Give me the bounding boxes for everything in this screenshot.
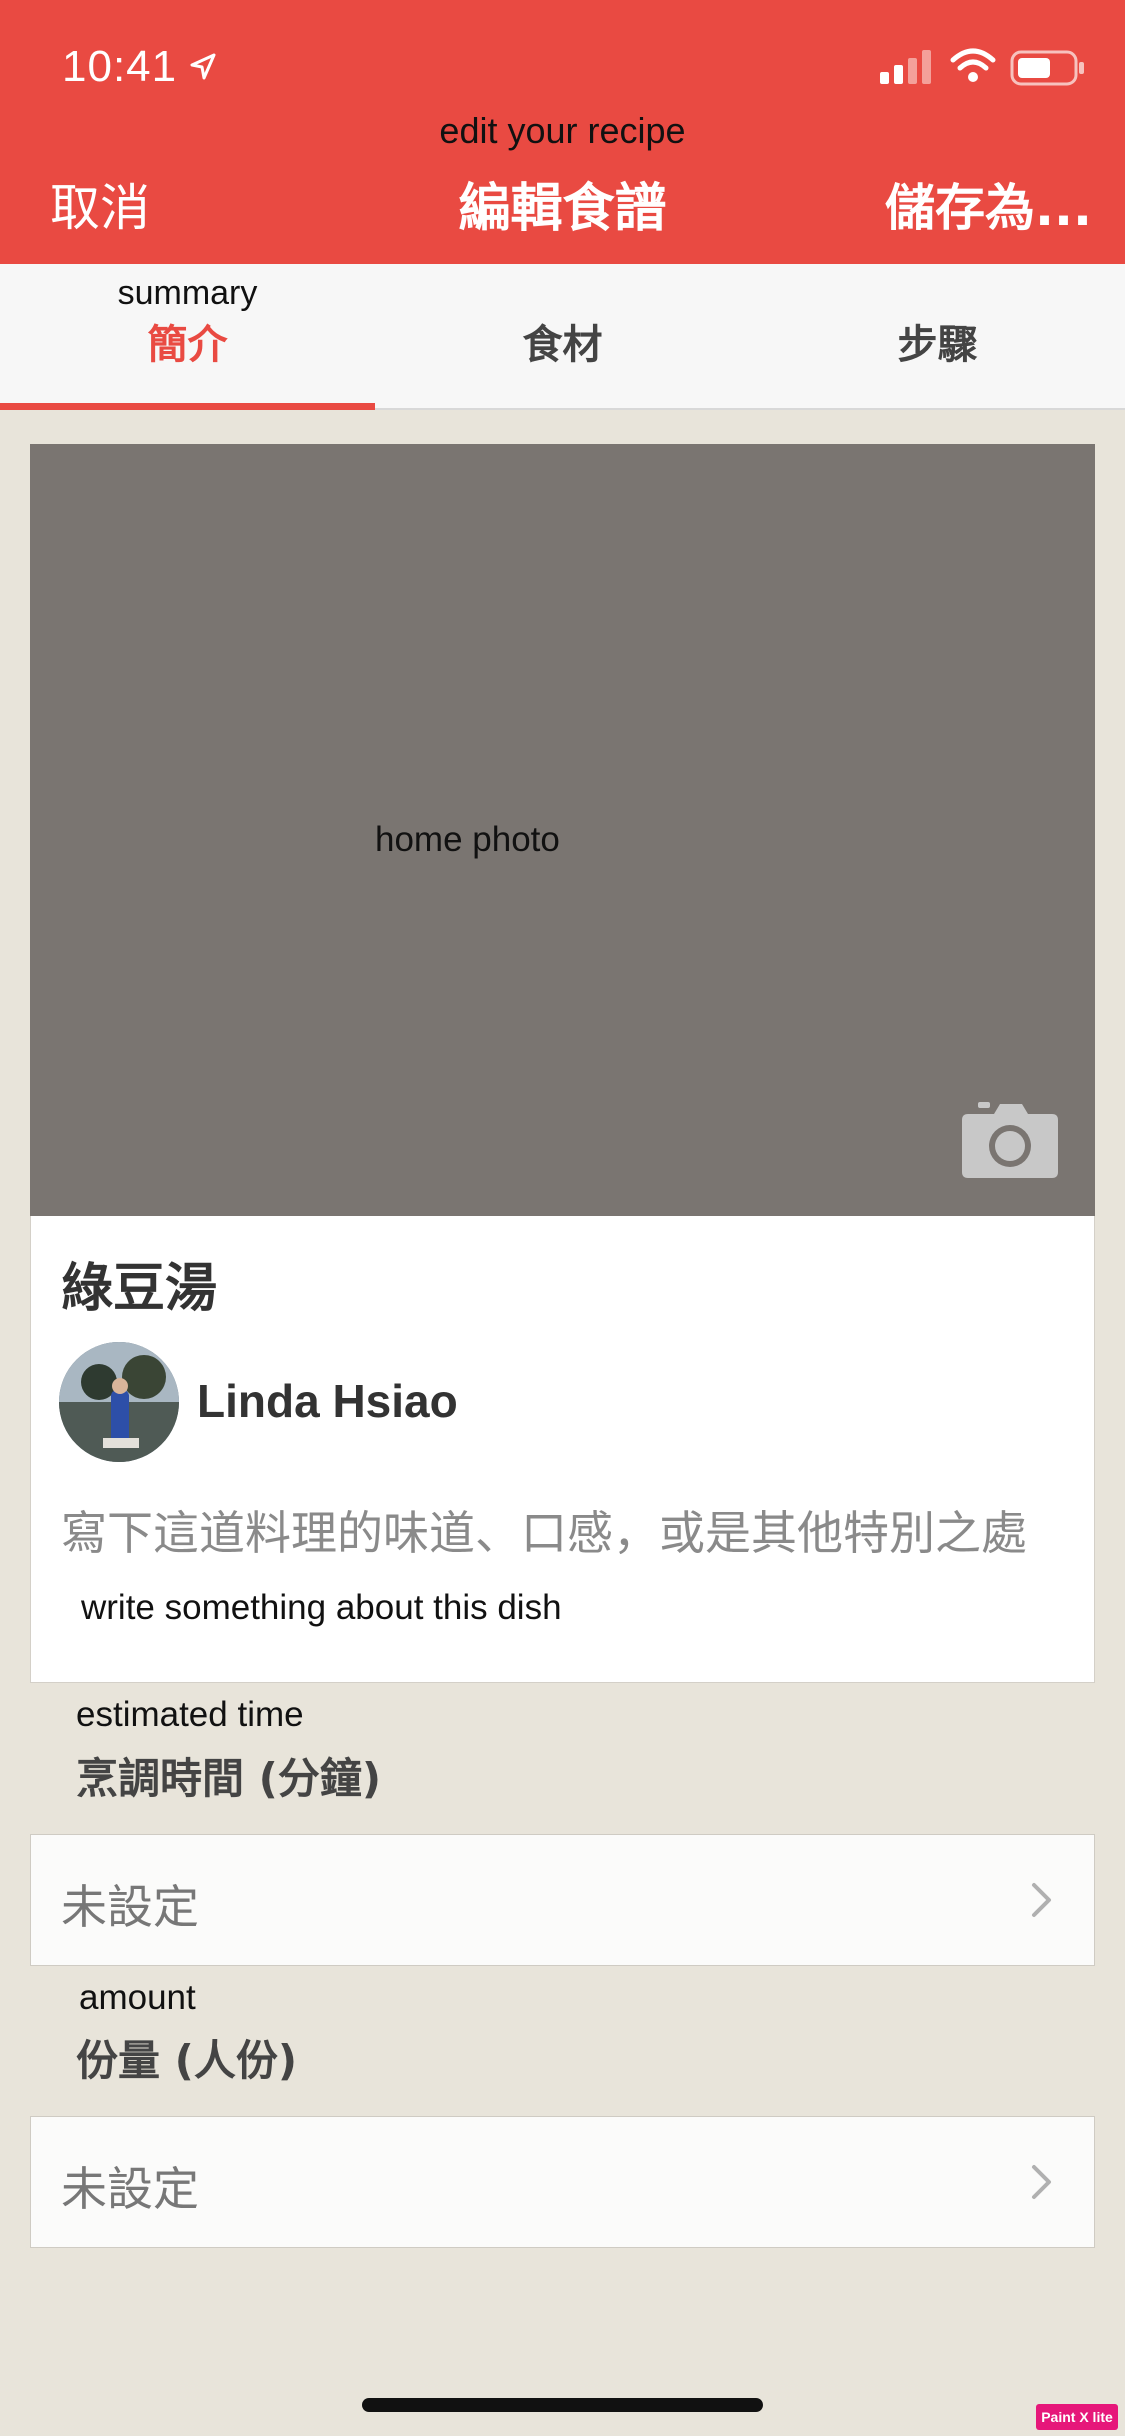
- tab-summary[interactable]: summary 簡介: [0, 264, 375, 410]
- amount-field-value: 未設定: [61, 2162, 199, 2216]
- time-field-value: 未設定: [61, 1880, 199, 1934]
- save-as-button[interactable]: 儲存為...: [885, 168, 1092, 240]
- amount-field-sub: amount: [79, 1978, 196, 2017]
- recipe-name[interactable]: 綠豆湯: [61, 1246, 217, 1321]
- signal-icon: [880, 50, 931, 84]
- tab-bar: summary 簡介 食材 步驟: [0, 264, 1125, 410]
- chevron-right-icon: [1032, 1883, 1051, 1917]
- time-field-row[interactable]: 未設定: [30, 1834, 1095, 1966]
- photo-label: home photo: [375, 820, 560, 859]
- tab-steps-label: 步驟: [897, 322, 978, 368]
- amount-field-row[interactable]: 未設定: [30, 2116, 1095, 2248]
- avatar-image: [59, 1342, 179, 1462]
- tab-ingredients-label: 食材: [522, 322, 603, 368]
- description-hint: write something about this dish: [81, 1588, 562, 1627]
- tab-ingredients[interactable]: 食材: [375, 264, 750, 408]
- description-field[interactable]: 寫下這道料理的味道、口感，或是其他特別之處 write something abo…: [61, 1498, 1071, 1643]
- avatar: [59, 1342, 179, 1462]
- tab-steps[interactable]: 步驟: [750, 264, 1125, 408]
- time-field-label: 烹調時間 (分鐘): [76, 1754, 382, 1803]
- status-time: 10:41: [62, 42, 178, 91]
- wifi-icon: [950, 48, 996, 82]
- header-subtitle: edit your recipe: [439, 110, 686, 151]
- recipe-info-card: 綠豆湯 Linda Hsiao 寫下這道料理的味道、口感，或是其他特別之處 wri…: [30, 1216, 1095, 1683]
- description-placeholder: 寫下這道料理的味道、口感，或是其他特別之處: [61, 1506, 1027, 1560]
- tab-summary-label: 簡介: [147, 322, 228, 368]
- watermark-badge: Paint X lite: [1036, 2404, 1118, 2430]
- location-arrow-icon: [190, 53, 216, 80]
- tab-active-indicator: [0, 403, 375, 410]
- home-indicator[interactable]: [362, 2398, 763, 2412]
- time-field-sub: estimated time: [76, 1695, 304, 1734]
- camera-icon[interactable]: [960, 1100, 1060, 1180]
- battery-icon: [1010, 50, 1084, 86]
- amount-field-label: 份量 (人份): [76, 2036, 298, 2085]
- recipe-photo[interactable]: home photo: [30, 444, 1095, 1216]
- tab-summary-sub: summary: [117, 274, 258, 312]
- author-name: Linda Hsiao: [197, 1375, 458, 1427]
- chevron-right-icon: [1032, 2165, 1051, 2199]
